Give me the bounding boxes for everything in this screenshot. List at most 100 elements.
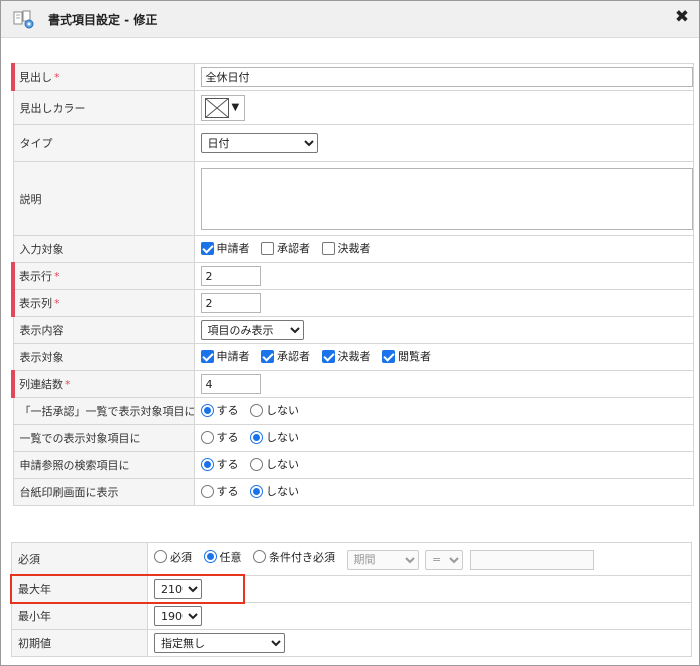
display-row-input[interactable] [200, 266, 261, 286]
radio-selected [200, 457, 214, 471]
display-content-label: 表示内容 [12, 316, 195, 344]
checkbox-checked [321, 349, 335, 363]
initial-value-select[interactable]: 指定無し [154, 633, 285, 653]
condition-value-input[interactable] [469, 549, 594, 570]
option-label: する [216, 404, 239, 418]
option-label: しない [266, 458, 299, 472]
display-target-applicant[interactable]: 申請者 [200, 348, 250, 364]
input-target-applicant[interactable]: 申請者 [200, 240, 250, 256]
initial-value-label: 初期値 [11, 629, 148, 657]
min-year-label: 最小年 [11, 602, 148, 630]
list-display-yes[interactable]: する [200, 429, 239, 445]
max-year-label: 最大年 [11, 575, 148, 603]
heading-label: 見出し * [11, 63, 195, 91]
display-content-select[interactable]: 項目のみ表示 [200, 320, 304, 340]
option-label: する [216, 431, 239, 445]
row-required: 必須 必須 任意 条件付き必須 期間 = [11, 542, 692, 576]
column-span-label-text: 列連結数 [19, 378, 63, 391]
row-max-year: 最大年 2100 [11, 575, 692, 603]
close-icon[interactable]: ✖ [673, 8, 691, 26]
dialog-titlebar: 書式項目設定 - 修正 ✖ [1, 1, 699, 38]
option-label: する [216, 458, 239, 472]
required-option-required[interactable]: 必須 [154, 549, 192, 565]
min-year-select[interactable]: 1900 [154, 606, 202, 626]
row-print-display: 台紙印刷画面に表示 する しない [12, 478, 694, 506]
option-label: しない [266, 404, 299, 418]
bulk-approval-label: 「一括承認」一覧で表示対象項目に [12, 397, 195, 425]
print-display-yes[interactable]: する [200, 483, 239, 499]
list-display-no[interactable]: しない [250, 429, 299, 445]
format-item-dialog: 書式項目設定 - 修正 ✖ 見出し* 見出しカラー ▼ [0, 0, 700, 666]
row-list-display: 一覧での表示対象項目に する しない [12, 424, 694, 452]
required-option-conditional[interactable]: 条件付き必須 [253, 549, 335, 565]
option-label: する [216, 485, 239, 499]
row-display-row: 表示行 * [11, 262, 694, 290]
type-label: タイプ [12, 124, 195, 162]
radio-unselected [250, 403, 263, 417]
radio-unselected [200, 430, 214, 444]
radio-unselected [200, 484, 214, 498]
heading-color-picker[interactable]: ▼ [200, 94, 245, 121]
print-display-no[interactable]: しない [250, 483, 299, 499]
option-label: 承認者 [277, 242, 310, 256]
condition-period-select[interactable]: 期間 [346, 549, 419, 570]
radio-selected [203, 550, 217, 563]
radio-unselected [250, 457, 263, 471]
column-span-input[interactable] [200, 374, 261, 394]
type-select[interactable]: 日付 [200, 133, 318, 153]
display-row-label: 表示行 * [11, 262, 195, 290]
required-mark: * [54, 297, 60, 310]
column-span-label: 列連結数 * [11, 370, 195, 398]
dialog-title: 書式項目設定 - 修正 [48, 13, 158, 27]
input-target-decider[interactable]: 決裁者 [321, 240, 371, 256]
required-label: 必須 [11, 542, 148, 576]
row-display-target: 表示対象 申請者 承認者 決裁者 閲覧者 [12, 343, 694, 371]
required-option-optional[interactable]: 任意 [203, 549, 242, 565]
max-year-select[interactable]: 2100 [154, 579, 202, 599]
radio-unselected [253, 550, 266, 563]
display-col-label-text: 表示列 [19, 297, 52, 310]
display-col-label: 表示列 * [11, 289, 195, 317]
option-label: 決裁者 [337, 350, 371, 364]
bulk-approval-yes[interactable]: する [200, 402, 239, 418]
option-label: 申請者 [216, 350, 250, 364]
option-label: 承認者 [277, 350, 310, 364]
row-heading-color: 見出しカラー ▼ [12, 90, 694, 125]
option-label: 条件付き必須 [269, 550, 335, 564]
list-display-label: 一覧での表示対象項目に [12, 424, 195, 452]
display-target-decider[interactable]: 決裁者 [321, 348, 371, 364]
settings-table: 見出し* 見出しカラー ▼ タイプ 日付 [11, 63, 694, 506]
search-target-yes[interactable]: する [200, 456, 239, 472]
checkbox-checked [200, 349, 214, 363]
option-label: 閲覧者 [398, 350, 431, 364]
display-target-viewer[interactable]: 閲覧者 [382, 348, 431, 364]
row-search-target: 申請参照の検索項目に する しない [12, 451, 694, 479]
caret-down-icon: ▼ [231, 102, 240, 113]
required-mark: * [65, 378, 71, 391]
required-mark: * [54, 270, 60, 283]
heading-input[interactable] [200, 67, 692, 87]
row-column-span: 列連結数 * [11, 370, 694, 398]
option-label: 決裁者 [337, 242, 371, 256]
description-label: 説明 [12, 161, 195, 236]
display-target-approver[interactable]: 承認者 [261, 348, 310, 364]
description-textarea[interactable] [200, 167, 692, 230]
display-row-label-text: 表示行 [19, 270, 52, 283]
form-settings-icon [13, 10, 34, 29]
heading-color-label: 見出しカラー [12, 90, 195, 125]
condition-operator-select[interactable]: = [425, 549, 463, 570]
input-target-label: 入力対象 [12, 235, 195, 263]
radio-selected [250, 430, 263, 444]
option-label: しない [266, 485, 299, 499]
input-target-approver[interactable]: 承認者 [261, 240, 310, 256]
search-target-label: 申請参照の検索項目に [12, 451, 195, 479]
display-col-input[interactable] [200, 293, 261, 313]
no-color-icon [204, 97, 229, 118]
row-description: 説明 [12, 161, 694, 236]
print-display-label: 台紙印刷画面に表示 [12, 478, 195, 506]
search-target-no[interactable]: しない [250, 456, 299, 472]
checkbox-unchecked [321, 241, 335, 255]
checkbox-checked [200, 241, 214, 255]
row-display-content: 表示内容 項目のみ表示 [12, 316, 694, 344]
bulk-approval-no[interactable]: しない [250, 402, 299, 418]
